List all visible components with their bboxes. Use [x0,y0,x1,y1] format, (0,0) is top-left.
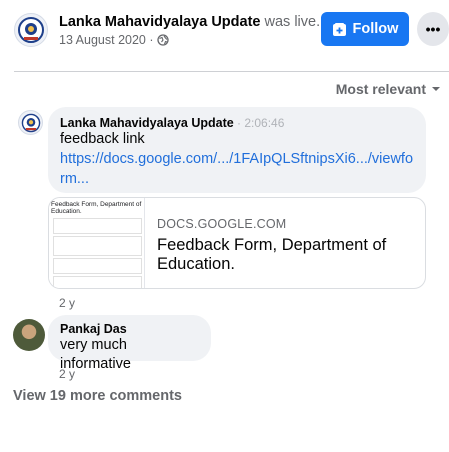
more-icon: ••• [425,21,441,37]
follow-label: Follow [352,21,399,37]
college-logo-icon [18,17,44,43]
follow-button[interactable]: Follow [321,12,409,46]
comment-author[interactable]: Lanka Mahavidyalaya Update [60,116,234,130]
comment-time[interactable]: 2:06:46 [244,116,284,130]
globe-icon [156,34,169,46]
comment-bubble: Pankaj Das very much informative [48,315,211,372]
link-preview-domain: DOCS.GOOGLE.COM [157,217,287,231]
post-date[interactable]: 13 August 2020 · [59,33,154,47]
comment-avatar[interactable] [13,319,45,351]
comment-avatar[interactable] [18,110,43,135]
follow-icon [332,22,346,36]
thumbnail-form-section [53,218,142,234]
divider [14,71,449,72]
thumbnail-form-section [53,258,142,274]
post-timestamp: 13 August 2020 · [59,33,169,47]
more-options-button[interactable]: ••• [417,12,449,46]
comment-text: feedback link [60,131,145,147]
thumbnail-title: Feedback Form, Department of Education. [51,201,142,215]
comment-author[interactable]: Pankaj Das [60,322,199,336]
comment-age[interactable]: 2 y [59,296,75,310]
link-preview-title: Feedback Form, Department of Education. [157,236,387,273]
thumbnail-form-section [53,276,142,288]
post-header-title: Lanka Mahavidyalaya Update was live. [59,14,320,30]
comment-separator: · [233,116,245,130]
comment-link[interactable]: https://docs.google.com/.../1FAIpQLSftni… [60,149,414,189]
link-preview-card[interactable]: Feedback Form, Department of Education. … [48,197,426,289]
comment-sort-dropdown[interactable]: Most relevant [336,81,441,97]
post-status: was live. [260,14,321,30]
thumbnail-form-section [53,236,142,256]
page-avatar[interactable] [14,13,48,47]
page-name-link[interactable]: Lanka Mahavidyalaya Update [59,14,260,30]
comment-bubble: Lanka Mahavidyalaya Update · 2:06:46 fee… [48,107,426,193]
link-preview-thumbnail: Feedback Form, Department of Education. [49,198,145,288]
view-more-comments-link[interactable]: View 19 more comments [13,388,182,404]
sort-label: Most relevant [335,81,426,97]
caret-down-icon [432,87,440,91]
comment-age[interactable]: 2 y [59,367,75,381]
comment-author-line: Lanka Mahavidyalaya Update · 2:06:46 [60,116,414,130]
comment-text: very much informative [60,337,131,372]
college-logo-icon [21,113,40,132]
